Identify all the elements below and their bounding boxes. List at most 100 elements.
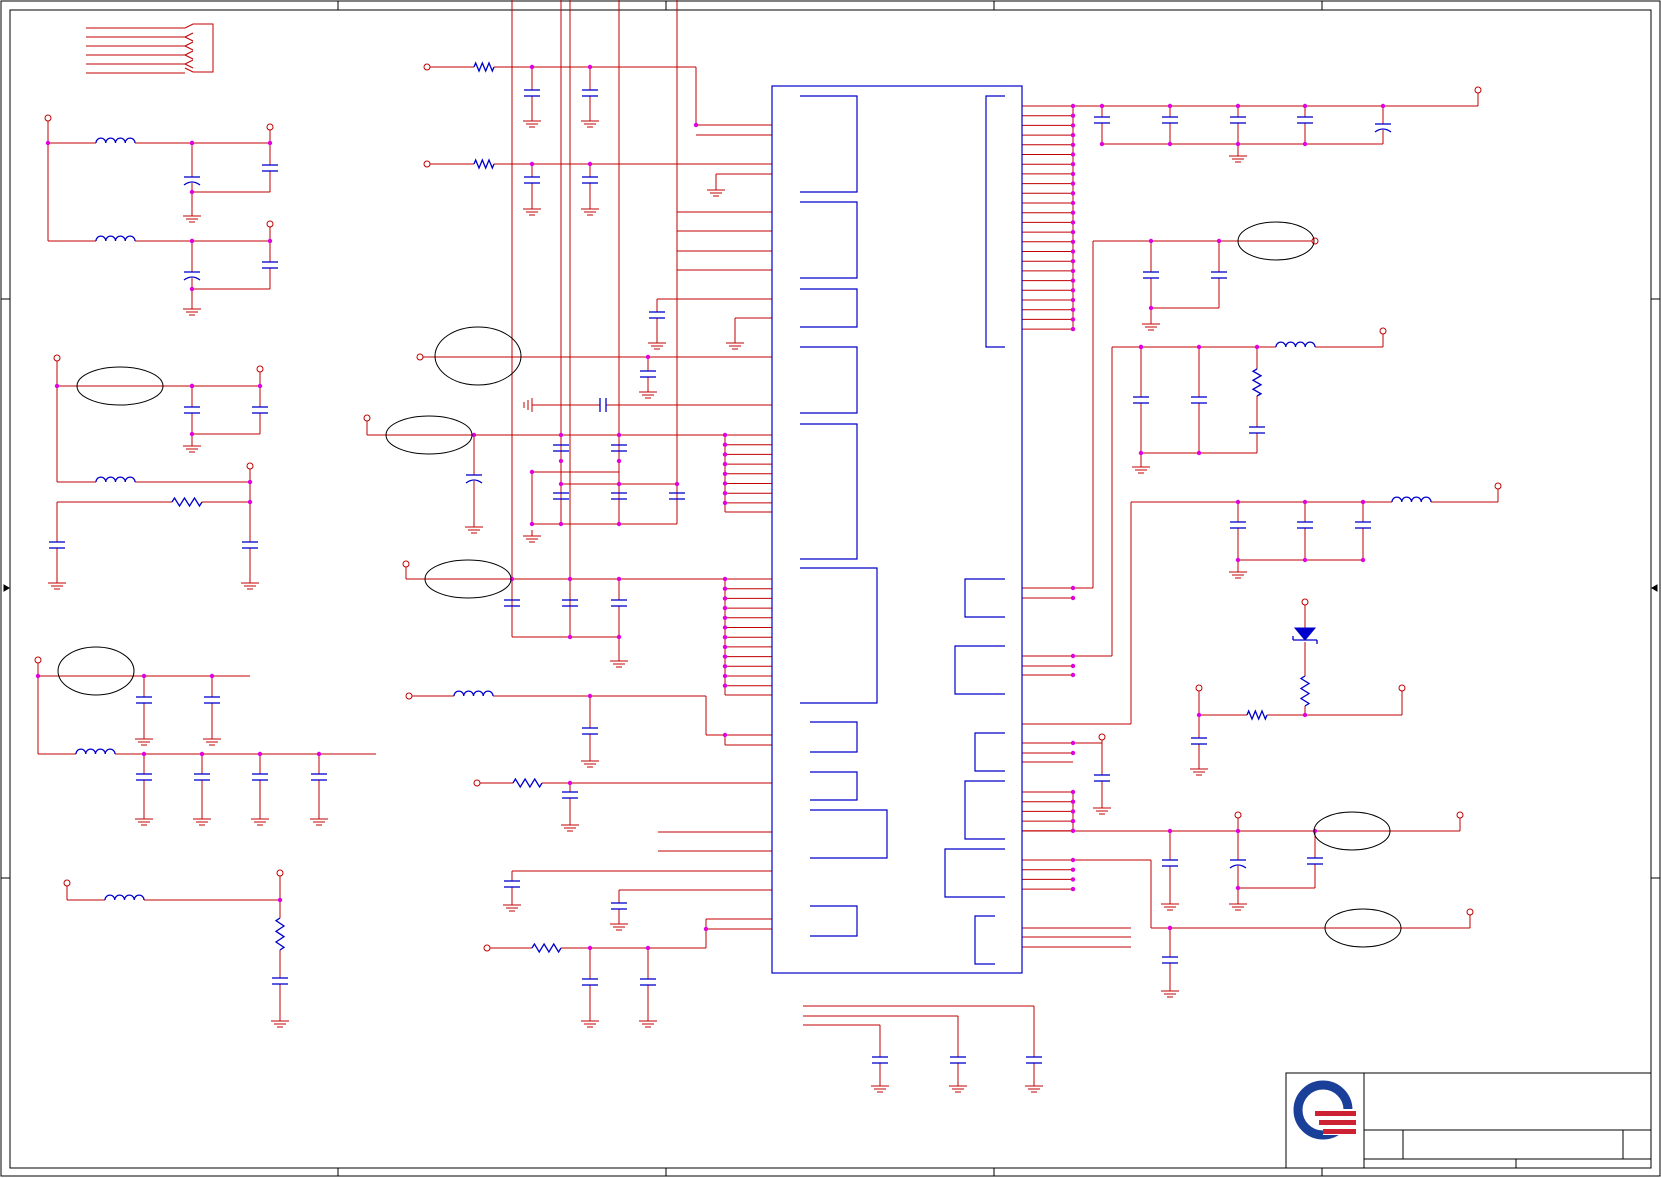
junction-dot <box>1070 259 1076 264</box>
junction-dot <box>1312 828 1318 834</box>
capacitor-symbol <box>1191 737 1207 745</box>
port-terminal <box>1301 598 1309 606</box>
port-terminal <box>1466 908 1474 916</box>
junction-dot <box>1235 557 1241 563</box>
capacitor-symbol <box>1143 271 1159 279</box>
capacitor-symbol <box>252 406 268 414</box>
ground-symbol <box>1229 566 1247 579</box>
junction-dot <box>35 673 41 679</box>
port-terminal <box>1398 684 1406 692</box>
junction-dot <box>722 481 728 486</box>
junction-dot <box>529 64 535 70</box>
capacitor-symbol <box>611 902 627 910</box>
capacitor-symbol <box>640 978 656 986</box>
resistor-symbol <box>1299 675 1311 707</box>
junction-dot <box>587 161 593 167</box>
junction-dot <box>257 751 263 757</box>
ground-symbol <box>949 1080 967 1093</box>
junction-dot <box>1254 344 1260 350</box>
junction-dot <box>558 521 564 527</box>
junction-dot <box>1196 450 1202 456</box>
port-terminal <box>246 462 254 470</box>
junction-dot <box>567 576 573 582</box>
ground-symbol <box>310 813 328 826</box>
capacitor-symbol <box>49 541 65 549</box>
port-terminal <box>1379 327 1387 335</box>
junction-dot <box>1099 103 1105 109</box>
port-terminal <box>44 114 52 122</box>
junction-dot <box>1070 171 1076 177</box>
port-terminal <box>363 414 371 422</box>
resistor-symbol <box>473 158 495 170</box>
junction-dot <box>722 654 728 659</box>
inductor-symbol <box>1391 496 1432 503</box>
port-terminal <box>266 220 274 228</box>
ground-symbol <box>1229 898 1247 911</box>
callout-ellipse <box>57 646 135 696</box>
junction-dot <box>189 383 195 389</box>
port-terminal <box>416 353 424 361</box>
junction-dot <box>1070 672 1076 678</box>
junction-dot <box>674 481 680 487</box>
port-terminal <box>1098 733 1106 741</box>
port-terminal <box>1195 684 1203 692</box>
capacitor-symbol <box>1307 857 1323 865</box>
junction-dot <box>189 431 195 437</box>
port-terminal <box>1234 811 1242 819</box>
junction-dot <box>1099 141 1105 147</box>
ground-symbol <box>251 813 269 826</box>
junction-dot <box>141 751 147 757</box>
component-layer <box>49 61 1432 1064</box>
port-terminal <box>1494 482 1502 490</box>
junction-dot <box>722 605 728 611</box>
resistor-symbol <box>512 777 543 789</box>
inductor-symbol <box>75 748 116 755</box>
port-terminal <box>473 779 481 787</box>
junction-dot <box>1302 557 1308 563</box>
ground-symbol <box>1229 150 1247 163</box>
junction-dot <box>1167 141 1173 147</box>
junction-dot <box>1216 238 1222 244</box>
ground-symbol <box>1190 763 1208 776</box>
junction-dot <box>1070 123 1076 128</box>
junction-dot <box>1070 653 1076 659</box>
company-logo <box>1293 1080 1356 1140</box>
ground-symbol <box>561 819 579 832</box>
capacitor-symbol <box>611 599 627 607</box>
junction-dot <box>616 521 622 527</box>
junction-dot <box>722 596 728 601</box>
port-terminal <box>1311 237 1319 245</box>
junction-dot <box>189 238 195 244</box>
junction-dot <box>54 383 60 389</box>
port-terminal <box>276 869 284 877</box>
capacitor-symbol <box>136 773 152 781</box>
ground-symbol <box>871 1080 889 1093</box>
junction-dot <box>1070 191 1076 196</box>
junction-dot <box>722 625 728 630</box>
junction-dot <box>1167 103 1173 109</box>
capacitor-symbol <box>1249 426 1265 434</box>
callout-ellipse <box>434 326 522 386</box>
junction-dot <box>267 238 273 244</box>
capacitor-symbol <box>640 370 656 378</box>
port-terminal <box>256 365 264 373</box>
junction-dot <box>1070 595 1076 601</box>
capacitor-symbol <box>1162 956 1178 964</box>
resistor-symbol <box>473 61 495 73</box>
junction-dot <box>567 634 573 640</box>
junction-dot <box>587 64 593 70</box>
capacitor-symbol <box>1211 271 1227 279</box>
junction-dot <box>558 458 564 464</box>
junction-dot <box>722 732 728 738</box>
junction-dot <box>1138 450 1144 456</box>
junction-dot <box>529 161 535 167</box>
junction-dot <box>558 481 564 487</box>
junction-dot <box>722 673 728 679</box>
capacitor-symbol <box>582 727 598 735</box>
junction-dot <box>1070 789 1076 795</box>
ground-symbol <box>135 733 153 746</box>
ground-symbol <box>465 521 483 534</box>
capacitor-symbol <box>1297 521 1313 529</box>
junction-dot <box>1070 317 1076 322</box>
junction-dot <box>1070 828 1076 833</box>
